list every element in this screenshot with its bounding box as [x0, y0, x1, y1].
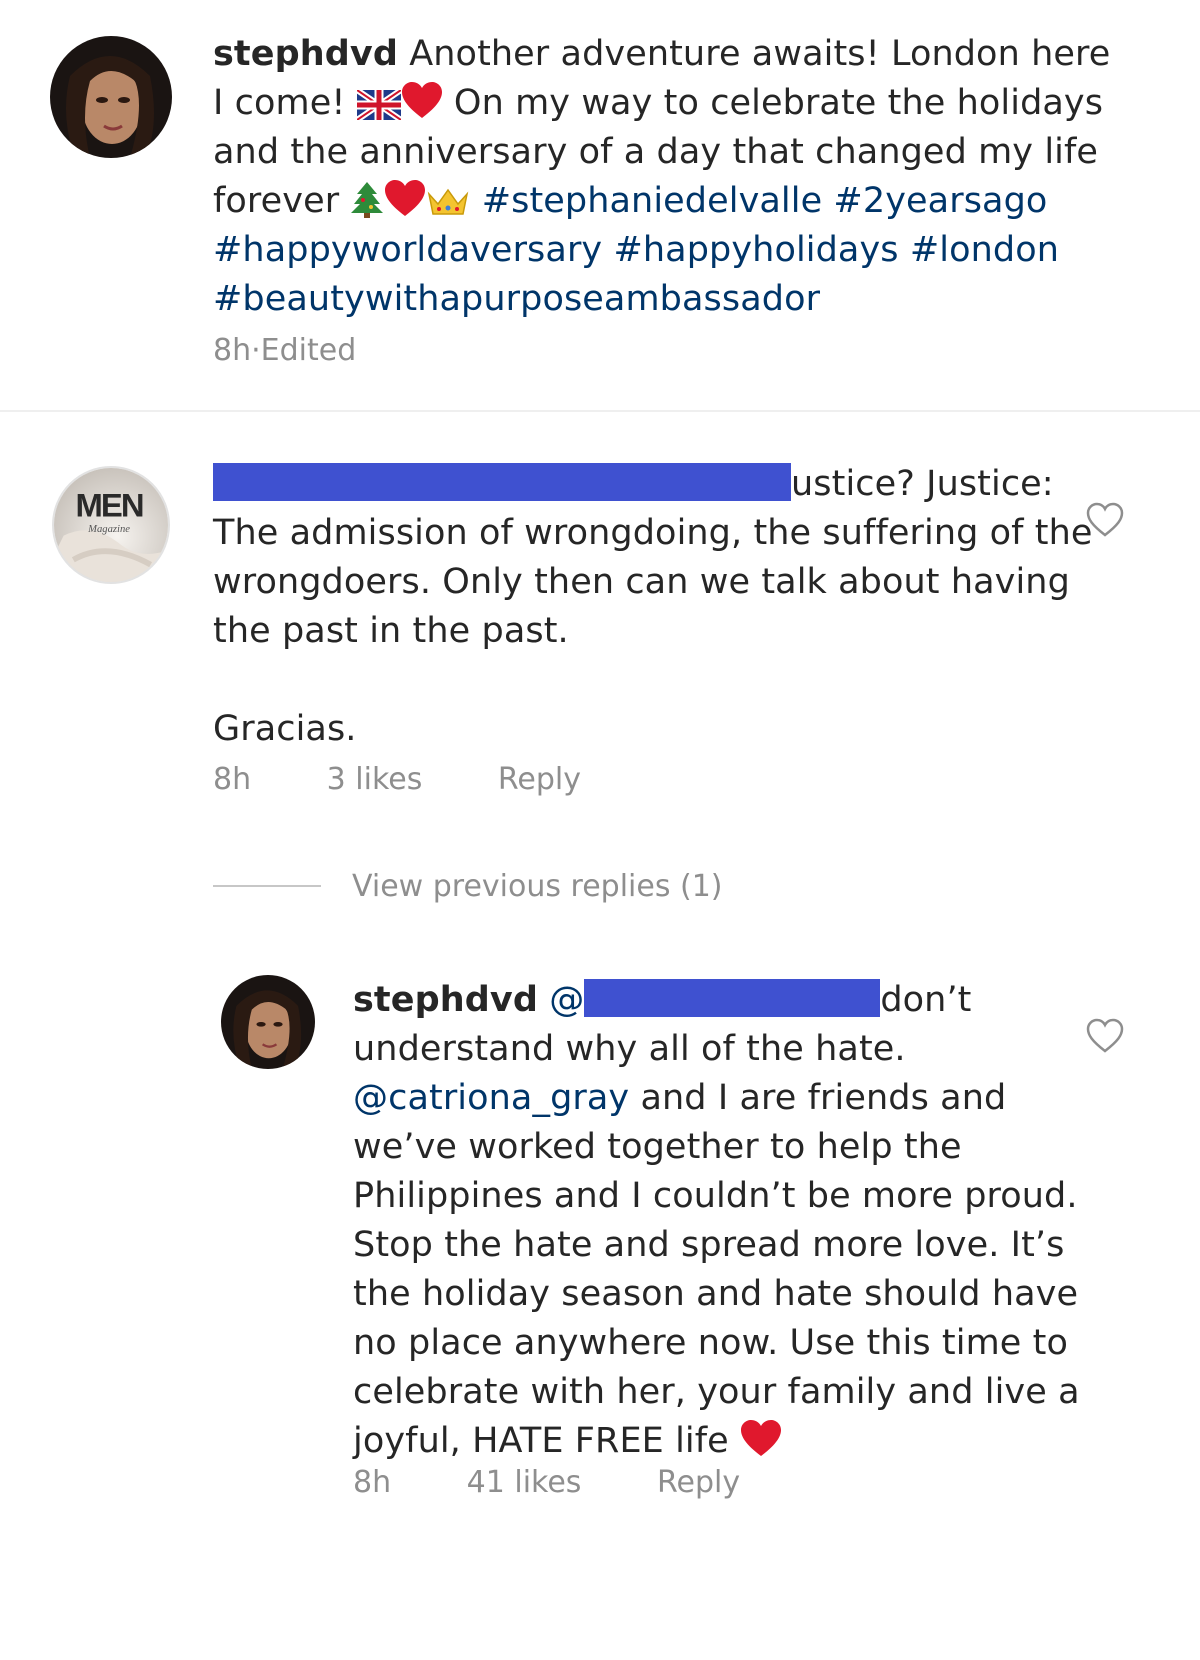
- comment-likes[interactable]: 3 likes: [327, 762, 423, 797]
- redacted-text: [584, 979, 881, 1017]
- reply-text: Stop the hate and spread more love. It’s: [353, 1225, 1065, 1265]
- hashtag-links[interactable]: #stephaniedelvalle #2yearsago: [482, 181, 1048, 221]
- comment-text: ustice? Justice:: [791, 464, 1054, 504]
- red-heart-icon: [384, 180, 426, 218]
- comment-reply-button[interactable]: Reply: [498, 762, 581, 797]
- reply-text: don’t: [880, 980, 972, 1020]
- comment-time: 8h: [213, 762, 252, 797]
- post-username[interactable]: stephdvd: [213, 34, 398, 74]
- reply-meta: 8h 41 likes Reply: [353, 1465, 740, 1500]
- reply-like-button[interactable]: [1086, 1018, 1124, 1054]
- post-meta: 8h · Edited: [213, 333, 356, 368]
- comment-body: ustice? Justice: The admission of wrongd…: [213, 460, 1093, 754]
- meta-separator: ·: [251, 333, 261, 368]
- caption-text: and the anniversary of a day that change…: [213, 132, 1099, 172]
- men-magazine-logo: MEN Magazine: [54, 468, 168, 582]
- comment-like-button[interactable]: [1086, 502, 1124, 538]
- reply-reply-button[interactable]: Reply: [657, 1465, 740, 1500]
- heart-outline-icon: [1086, 502, 1124, 537]
- reply-text: Philippines and I couldn’t be more proud…: [353, 1176, 1078, 1216]
- post-avatar[interactable]: [50, 36, 172, 158]
- reply-time: 8h: [353, 1465, 392, 1500]
- heart-outline-icon: [1086, 1018, 1124, 1053]
- redacted-text: [213, 463, 791, 501]
- reply-text: the holiday season and hate should have: [353, 1274, 1079, 1314]
- edited-label: Edited: [260, 333, 357, 368]
- mention-prefix[interactable]: @: [538, 980, 584, 1020]
- caption-text: Another adventure awaits! London here: [398, 34, 1111, 74]
- reply-username[interactable]: stephdvd: [353, 980, 538, 1020]
- red-heart-icon: [740, 1420, 782, 1458]
- post-caption: stephdvd Another adventure awaits! Londo…: [213, 30, 1110, 324]
- comment-text: The admission of wrongdoing, the sufferi…: [213, 513, 1093, 553]
- comment-text: Gracias.: [213, 709, 357, 749]
- logo-subtitle: Magazine: [87, 524, 130, 535]
- replies-divider-line: [213, 885, 321, 887]
- comment-avatar[interactable]: MEN Magazine: [52, 466, 170, 584]
- hashtag-links[interactable]: #beautywithapurposeambassador: [213, 279, 820, 319]
- caption-text: On my way to celebrate the holidays: [442, 83, 1104, 123]
- comment-meta: 8h 3 likes Reply: [213, 762, 581, 797]
- reply-body: stephdvd @ don’t understand why all of th…: [353, 976, 1080, 1466]
- crown-icon: [426, 186, 470, 218]
- mention-link[interactable]: @catriona_gray: [353, 1078, 629, 1118]
- reply-text: and I are friends and: [629, 1078, 1007, 1118]
- reply-text: joyful, HATE FREE life: [353, 1421, 741, 1461]
- profile-photo: [221, 975, 315, 1069]
- christmas-tree-icon: [350, 180, 384, 218]
- comment-text: wrongdoers. Only then can we talk about …: [213, 562, 1070, 602]
- uk-flag-icon: [356, 90, 401, 120]
- red-heart-icon: [401, 82, 443, 120]
- profile-photo: [50, 36, 172, 158]
- section-divider: [0, 410, 1200, 412]
- logo-brand: MEN: [75, 486, 142, 523]
- reply-text: we’ve worked together to help the: [353, 1127, 962, 1167]
- comment-text: the past in the past.: [213, 611, 569, 651]
- reply-text: no place anywhere now. Use this time to: [353, 1323, 1068, 1363]
- caption-text: I come!: [213, 83, 357, 123]
- view-previous-replies[interactable]: View previous replies (1): [352, 869, 723, 904]
- caption-text: forever: [213, 181, 351, 221]
- reply-likes[interactable]: 41 likes: [467, 1465, 582, 1500]
- reply-text: celebrate with her, your family and live…: [353, 1372, 1080, 1412]
- hashtag-links[interactable]: #happyworldaversary #happyholidays #lond…: [213, 230, 1059, 270]
- reply-text: understand why all of the hate.: [353, 1029, 906, 1069]
- reply-avatar[interactable]: [221, 975, 315, 1069]
- post-time: 8h: [213, 333, 252, 368]
